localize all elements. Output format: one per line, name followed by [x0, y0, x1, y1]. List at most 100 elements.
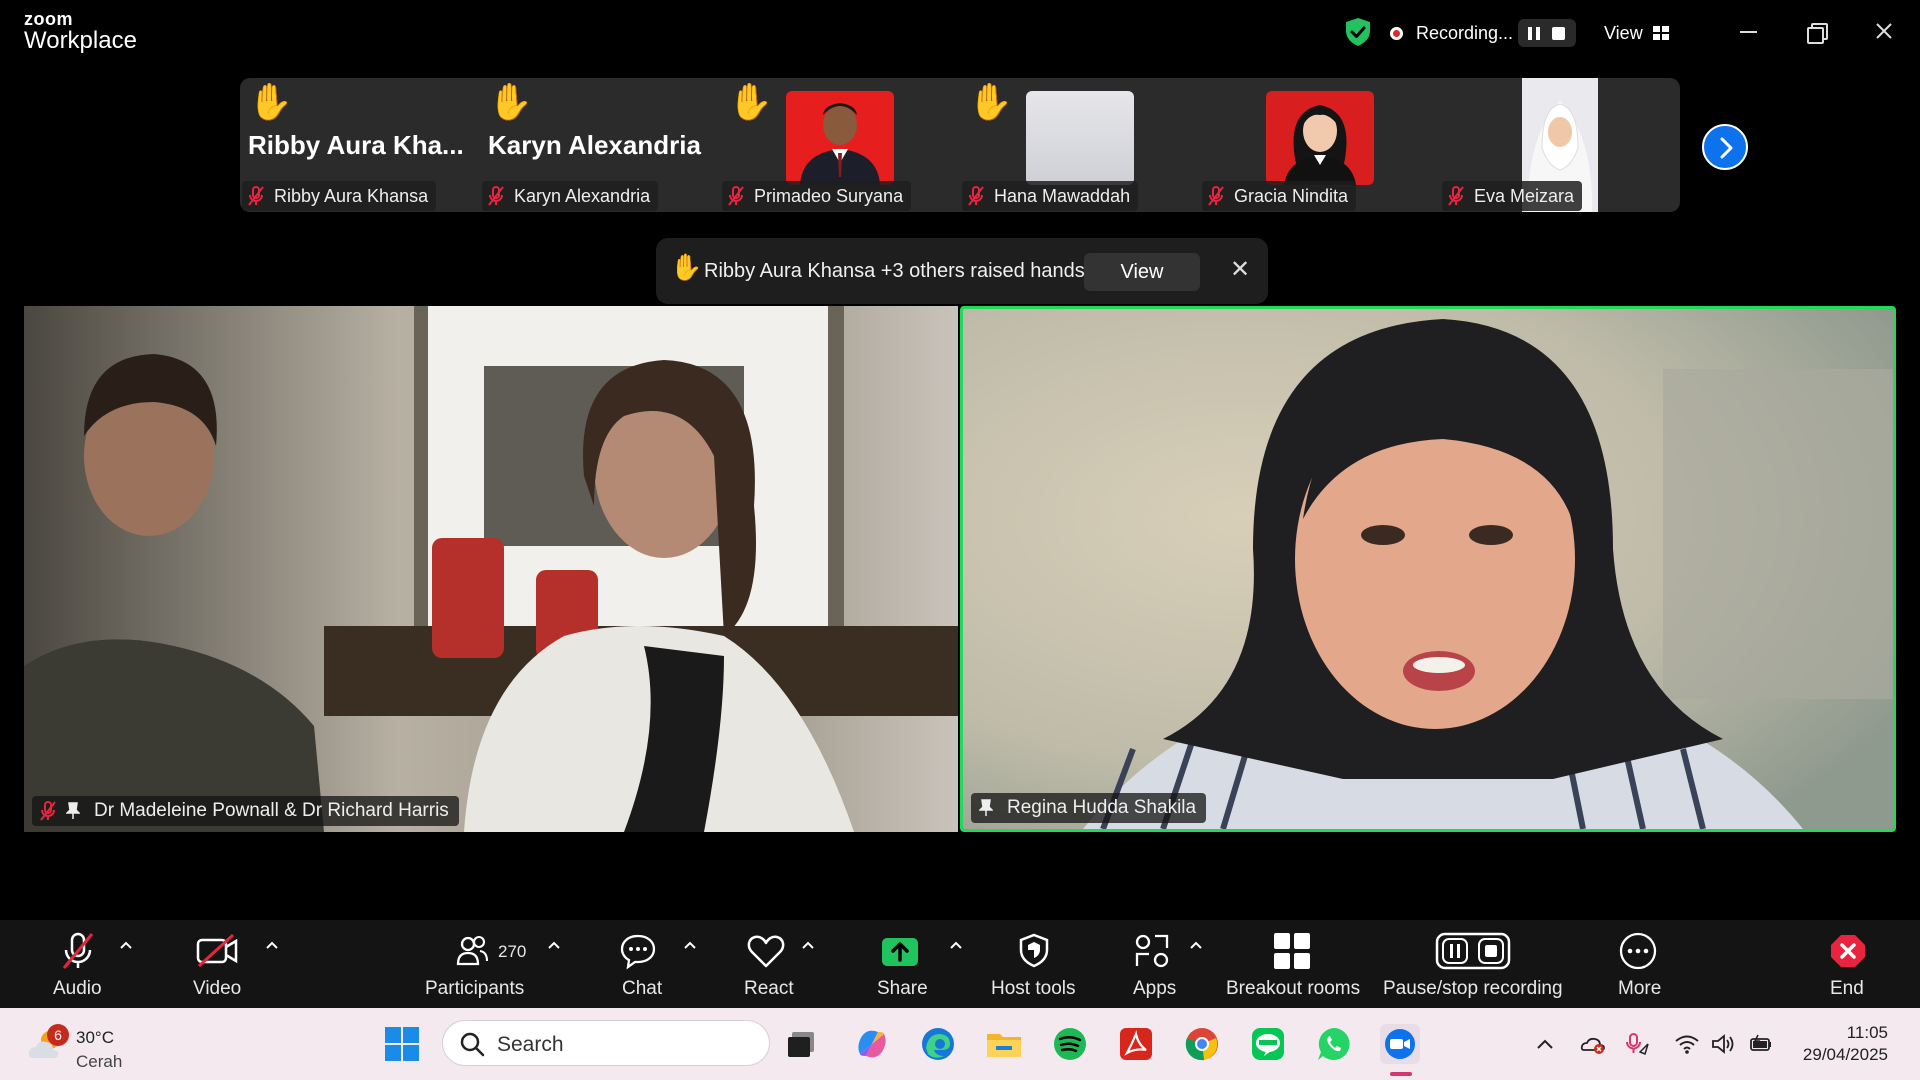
end-meeting-button[interactable]: End — [1810, 920, 1886, 1008]
participants-icon — [456, 935, 488, 966]
video-tile[interactable]: Dr Madeleine Pownall & Dr Richard Harris — [24, 306, 958, 832]
react-options-chevron-up-icon[interactable] — [798, 938, 818, 952]
video-options-chevron-up-icon[interactable] — [262, 938, 282, 952]
taskbar-search-box[interactable]: Search — [442, 1020, 770, 1066]
windows-taskbar: 6 30°C Cerah Search 11:05 29/04/2025 — [0, 1008, 1920, 1080]
chat-label: Chat — [622, 978, 663, 999]
video-label: Video — [193, 978, 242, 999]
edge-browser-icon[interactable] — [918, 1024, 958, 1064]
host-shield-icon — [1019, 933, 1049, 968]
participant-name-tag: Gracia Nindita — [1202, 181, 1357, 211]
chat-options-chevron-up-icon[interactable] — [680, 938, 700, 952]
close-notification-icon[interactable]: ✕ — [1230, 258, 1250, 282]
copilot-icon[interactable] — [852, 1024, 892, 1064]
audio-options-chevron-up-icon[interactable] — [116, 938, 136, 952]
system-clock[interactable]: 11:05 29/04/2025 — [1796, 1022, 1888, 1066]
participants-options-chevron-up-icon[interactable] — [544, 938, 564, 952]
temperature: 30°C — [76, 1028, 114, 1047]
apps-label: Apps — [1133, 978, 1177, 999]
active-speaker-video-tile[interactable]: Regina Hudda Shakila — [960, 306, 1896, 832]
recording-status[interactable]: Recording... — [1416, 23, 1513, 44]
show-hidden-icons-chevron-up-icon[interactable] — [1532, 1032, 1558, 1056]
pause-recording-icon[interactable] — [1528, 27, 1540, 40]
apps-button[interactable]: Apps — [1114, 920, 1190, 1008]
encryption-shield-icon[interactable] — [1344, 17, 1372, 47]
participant-strip: ✋ Ribby Aura Kha... Ribby Aura Khansa ✋ … — [240, 78, 1680, 212]
apps-icon — [1135, 934, 1169, 968]
pause-stop-recording-icon — [1435, 932, 1511, 970]
share-button[interactable]: Share — [862, 920, 938, 1008]
audio-button[interactable]: Audio — [40, 920, 116, 1008]
wifi-icon[interactable] — [1674, 1032, 1700, 1056]
brand-bottom: Workplace — [24, 27, 137, 54]
participant-tile[interactable]: Eva Meizara — [1440, 78, 1680, 212]
brand-top: zoom — [24, 9, 73, 29]
volume-icon[interactable] — [1710, 1032, 1736, 1056]
participant-name-tag: Ribby Aura Khansa — [242, 181, 437, 211]
participants-label: Participants — [425, 978, 525, 999]
next-page-button[interactable] — [1702, 124, 1748, 170]
restore-button[interactable] — [1798, 16, 1834, 48]
apps-options-chevron-up-icon[interactable] — [1186, 938, 1206, 952]
line-app-icon[interactable] — [1248, 1024, 1288, 1064]
file-explorer-icon[interactable] — [984, 1024, 1024, 1064]
participant-tile[interactable]: ✋ Hana Mawaddah — [960, 78, 1200, 212]
participant-avatar — [1266, 91, 1374, 185]
whatsapp-icon[interactable] — [1314, 1024, 1354, 1064]
participant-display-name: Ribby Aura Kha... — [248, 130, 464, 160]
video-participant-name: Regina Hudda Shakila — [1007, 797, 1197, 818]
react-label: React — [744, 978, 794, 999]
participant-video-feed — [24, 306, 958, 832]
muted-mic-icon — [488, 186, 504, 206]
react-button[interactable]: React — [728, 920, 804, 1008]
onedrive-error-icon[interactable] — [1580, 1032, 1606, 1056]
spotify-icon[interactable] — [1050, 1024, 1090, 1064]
view-menu-button[interactable]: View — [1604, 21, 1669, 45]
windows-start-icon[interactable] — [382, 1024, 422, 1064]
chrome-browser-icon[interactable] — [1182, 1024, 1222, 1064]
search-placeholder: Search — [497, 1033, 564, 1056]
task-view-icon[interactable] — [782, 1024, 822, 1064]
muted-mic-icon — [1448, 186, 1464, 206]
participant-name-tag: Hana Mawaddah — [962, 181, 1139, 211]
pin-icon — [66, 802, 80, 819]
clock-date: 29/04/2025 — [1802, 1045, 1888, 1064]
recording-controls — [1518, 19, 1576, 47]
video-name-tag: Regina Hudda Shakila — [971, 793, 1207, 823]
title-bar: zoom Workplace Recording... View — [0, 0, 1920, 66]
zoom-meeting-window: zoom Workplace Recording... View ✋ Ribby… — [0, 0, 1920, 1080]
participants-button[interactable]: 270 Participants — [414, 920, 544, 1008]
raised-hand-icon: ✋ — [728, 81, 773, 122]
participant-tile[interactable]: Gracia Nindita — [1200, 78, 1440, 212]
chat-button[interactable]: Chat — [600, 920, 676, 1008]
zoom-app-icon[interactable] — [1380, 1024, 1420, 1064]
stop-recording-icon[interactable] — [1552, 27, 1565, 40]
chat-icon — [620, 934, 656, 970]
view-raised-hands-button[interactable]: View — [1084, 253, 1200, 291]
participant-tile[interactable]: ✋ Primadeo Suryana — [720, 78, 960, 212]
participant-name: Primadeo Suryana — [754, 185, 904, 206]
muted-mic-icon — [248, 186, 264, 206]
more-button[interactable]: More — [1600, 920, 1676, 1008]
adobe-acrobat-icon[interactable] — [1116, 1024, 1156, 1064]
participant-tile[interactable]: ✋ Karyn Alexandria Karyn Alexandria — [480, 78, 720, 212]
microphone-in-use-icon[interactable] — [1624, 1032, 1650, 1056]
raised-hand-icon: ✋ — [248, 81, 293, 122]
end-call-icon — [1831, 935, 1865, 967]
participants-count: 270 — [498, 942, 527, 961]
video-button[interactable]: Video — [180, 920, 256, 1008]
minimize-button[interactable] — [1730, 16, 1766, 48]
raised-hands-notification: ✋ Ribby Aura Khansa +3 others raised han… — [656, 238, 1268, 304]
participant-tile[interactable]: ✋ Ribby Aura Kha... Ribby Aura Khansa — [240, 78, 480, 212]
close-window-button[interactable] — [1866, 16, 1902, 48]
audio-label: Audio — [53, 978, 102, 999]
host-tools-button[interactable]: Host tools — [984, 920, 1084, 1008]
breakout-rooms-button[interactable]: Breakout rooms — [1224, 920, 1360, 1008]
pause-stop-recording-button[interactable]: Pause/stop recording — [1380, 920, 1570, 1008]
participant-display-name: Karyn Alexandria — [488, 130, 701, 160]
raised-hand-icon: ✋ — [488, 81, 533, 122]
meeting-toolbar: Audio Video 270 Participants Chat React … — [0, 920, 1920, 1008]
notification-text: Ribby Aura Khansa +3 others raised hands — [704, 260, 1085, 282]
battery-charging-icon[interactable] — [1748, 1032, 1774, 1056]
share-options-chevron-up-icon[interactable] — [946, 938, 966, 952]
